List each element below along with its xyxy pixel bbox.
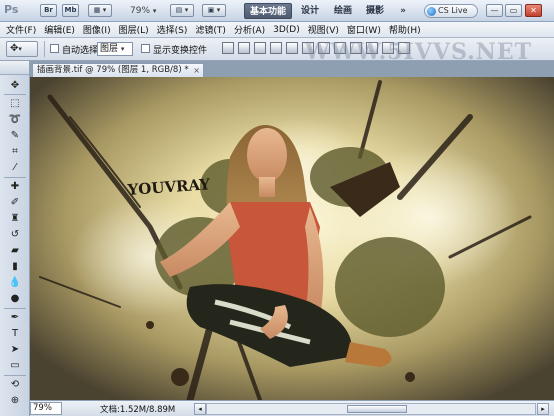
tools-panel: ✥ ⬚ ➰ ✎ ⌗ ⁄ ✚ ✐ ♜ ↺ ▰ ▮ 💧 ● ✒ T ➤ ▭ ⟲ ⊕ (0, 61, 30, 416)
view-extras-button[interactable]: ▦ ▾ (88, 4, 112, 17)
3d-orbit-tool-icon[interactable]: ⊕ (5, 394, 25, 408)
menu-select[interactable]: 选择(S) (157, 23, 188, 36)
divider (44, 41, 45, 57)
document-window: 插画背景.tif @ 79% (图层 1, RGB/8) * × YOUVRAY… (30, 61, 554, 416)
minimize-button[interactable]: — (486, 4, 503, 17)
blur-tool-icon[interactable]: 💧 (5, 276, 25, 290)
menu-help[interactable]: 帮助(H) (389, 23, 421, 36)
align-left-icon[interactable] (270, 42, 282, 54)
align-vcenter-icon[interactable] (238, 42, 250, 54)
illustration-artwork: YOUVRAY (30, 77, 554, 400)
menu-analysis[interactable]: 分析(A) (234, 23, 265, 36)
healing-brush-tool-icon[interactable]: ✚ (5, 180, 25, 194)
menu-window[interactable]: 窗口(W) (347, 23, 381, 36)
scrollbar-thumb[interactable] (347, 405, 407, 413)
status-bar: 79% 文档:1.52M/8.89M ▶ ◂ ▸ (30, 400, 554, 416)
zoom-field[interactable]: 79% (30, 402, 62, 415)
pen-tool-icon[interactable]: ✒ (5, 311, 25, 325)
close-tab-icon[interactable]: × (193, 64, 200, 77)
path-select-tool-icon[interactable]: ➤ (5, 343, 25, 357)
cs-live-button[interactable]: CS Live (424, 4, 478, 18)
workspace-design-button[interactable]: 设计 (297, 3, 323, 19)
eraser-tool-icon[interactable]: ▰ (5, 244, 25, 258)
document-canvas[interactable]: YOUVRAY (30, 77, 554, 400)
tools-panel-grip[interactable] (0, 61, 29, 75)
dodge-tool-icon[interactable]: ● (5, 292, 25, 306)
align-top-icon[interactable] (222, 42, 234, 54)
gradient-tool-icon[interactable]: ▮ (5, 260, 25, 274)
auto-select-checkbox[interactable] (50, 44, 59, 53)
zoom-level-select[interactable]: 79% ▾ (130, 4, 156, 18)
history-brush-tool-icon[interactable]: ↺ (5, 228, 25, 242)
menu-edit[interactable]: 编辑(E) (44, 23, 75, 36)
auto-select-target-select[interactable]: 图层 ▾ (97, 42, 133, 56)
show-transform-controls-label: 显示变换控件 (153, 46, 208, 56)
tool-preset-picker[interactable]: ✥▾ (6, 41, 38, 57)
arrange-documents-button[interactable]: ▤ ▾ (170, 4, 194, 17)
scroll-right-button[interactable]: ▸ (537, 403, 549, 415)
menu-view[interactable]: 视图(V) (308, 23, 339, 36)
menu-3d[interactable]: 3D(D) (273, 25, 300, 35)
type-tool-icon[interactable]: T (5, 327, 25, 341)
3d-rotate-tool-icon[interactable]: ⟲ (5, 378, 25, 392)
close-button[interactable]: ✕ (525, 4, 542, 17)
menu-layer[interactable]: 图层(L) (119, 23, 149, 36)
document-info[interactable]: 文档:1.52M/8.89M (100, 403, 175, 415)
menu-bar: 文件(F) 编辑(E) 图像(I) 图层(L) 选择(S) 滤镜(T) 分析(A… (0, 22, 554, 38)
divider (4, 308, 26, 309)
application-bar: Ps Br Mb ▦ ▾ 79% ▾ ▤ ▾ ▣ ▾ 基本功能 设计 绘画 摄影… (0, 0, 554, 22)
align-bottom-icon[interactable] (254, 42, 266, 54)
document-tab[interactable]: 插画背景.tif @ 79% (图层 1, RGB/8) * × (32, 63, 204, 77)
menu-file[interactable]: 文件(F) (6, 23, 36, 36)
shape-tool-icon[interactable]: ▭ (5, 359, 25, 373)
photoshop-logo: Ps (4, 3, 19, 16)
watermark: WWW.5IVVS.NET (304, 39, 532, 61)
lasso-tool-icon[interactable]: ➰ (5, 113, 25, 127)
scroll-left-button[interactable]: ◂ (194, 403, 206, 415)
show-transform-controls-checkbox[interactable] (141, 44, 150, 53)
maximize-button[interactable]: ▭ (505, 4, 522, 17)
more-workspaces-button[interactable]: » (396, 3, 410, 19)
divider (4, 375, 26, 376)
globe-icon (427, 7, 436, 16)
marquee-tool-icon[interactable]: ⬚ (5, 97, 25, 111)
brush-tool-icon[interactable]: ✐ (5, 196, 25, 210)
workspace-painting-button[interactable]: 绘画 (330, 3, 356, 19)
workspace-photography-button[interactable]: 摄影 (362, 3, 388, 19)
workspace-essentials-button[interactable]: 基本功能 (244, 3, 292, 19)
menu-filter[interactable]: 滤镜(T) (195, 23, 226, 36)
options-bar: ✥▾ 自动选择: 图层 ▾ 显示变换控件 WWW.5IVVS.NET (0, 38, 554, 61)
horizontal-scrollbar[interactable] (206, 403, 536, 415)
clone-stamp-tool-icon[interactable]: ♜ (5, 212, 25, 226)
move-tool-icon[interactable]: ✥ (5, 79, 25, 93)
screen-mode-button[interactable]: ▣ ▾ (202, 4, 226, 17)
align-hcenter-icon[interactable] (286, 42, 298, 54)
menu-image[interactable]: 图像(I) (83, 23, 111, 36)
auto-select-label: 自动选择: (62, 46, 102, 56)
bridge-button[interactable]: Br (40, 4, 57, 17)
divider (4, 177, 26, 178)
crop-tool-icon[interactable]: ⌗ (5, 145, 25, 159)
mini-bridge-button[interactable]: Mb (62, 4, 79, 17)
divider (4, 94, 26, 95)
quick-select-tool-icon[interactable]: ✎ (5, 129, 25, 143)
eyedropper-tool-icon[interactable]: ⁄ (5, 161, 25, 175)
